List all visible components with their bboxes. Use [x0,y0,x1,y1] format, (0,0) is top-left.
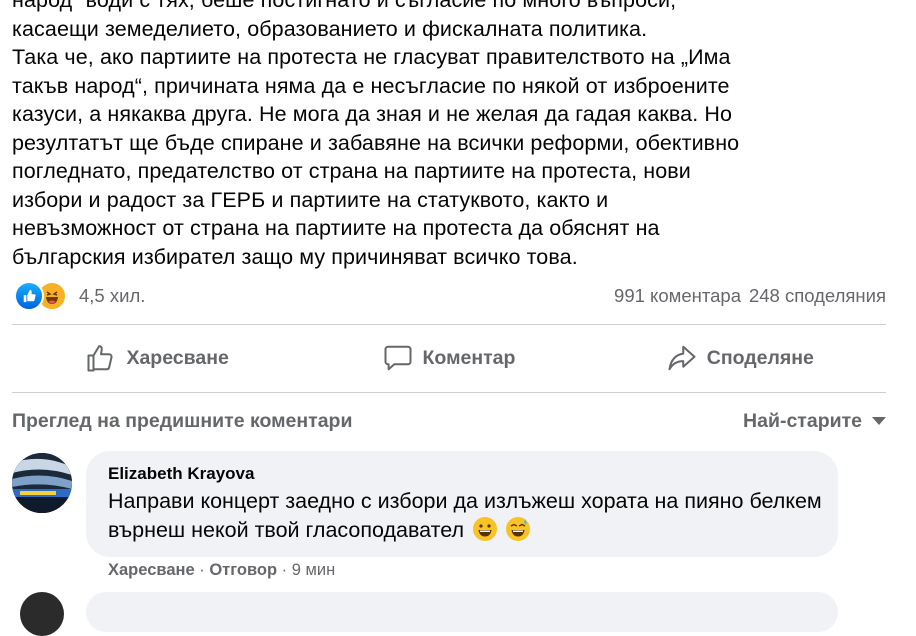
grinning-face-icon [473,517,498,541]
reactions-bar: 4,5 хил. 991 коментара 248 споделяния [14,281,886,311]
view-previous-comments-link[interactable]: Преглед на предишните коментари [12,410,352,433]
avatar-image [12,453,72,513]
comments-header: Преглед на предишните коментари Най-стар… [12,405,886,437]
sort-label: Най-старите [743,409,862,432]
post-line: казуси, а някаква друга. Не мога да зная… [12,102,733,126]
like-icon [14,281,44,311]
comment-meta: Харесване · Отговор · 9 мин [108,561,335,580]
post-line: българския избирател защо му причиняват … [12,244,578,269]
comment-like-link[interactable]: Харесване [108,561,195,579]
next-comment-bubble [86,592,838,632]
comment-text: Направи концерт заедно с избори да излъж… [108,487,828,545]
like-label: Харесване [126,346,229,369]
thumbs-up-icon [87,345,114,372]
caret-down-icon [872,417,886,425]
post-line: Така че, ако партиите на протеста не гла… [12,45,731,69]
post-line: погледнато, предателство от страна на па… [12,159,691,183]
post-line: невъзможност от страна на партиите на пр… [12,216,660,240]
share-arrow-icon [668,345,696,371]
reaction-count[interactable]: 4,5 хил. [79,285,145,307]
divider [12,324,886,325]
sort-dropdown[interactable]: Най-старите [743,410,886,433]
post-line: такъв народ“, причината няма да е несъгл… [12,73,730,98]
post-actions: Харесване Коментар Споделяне [12,333,886,383]
share-count[interactable]: 248 споделяния [749,285,886,307]
divider [12,392,886,393]
comment-count[interactable]: 991 коментара [614,285,741,307]
comment-text-body: Направи концерт заедно с избори да излъж… [108,489,822,542]
avatar[interactable] [12,453,72,513]
comment-reply-link[interactable]: Отговор [209,561,277,579]
comment-time[interactable]: 9 мин [292,561,335,579]
post-body: народ“ води с тях, беше постигнато и съг… [12,0,904,271]
comment-button[interactable]: Коментар [303,333,594,383]
post-line: касаещи земеделието, образованието и фис… [12,16,648,41]
comment-label: Коментар [422,346,516,369]
comment-author[interactable]: Elizabeth Krayova [108,464,254,484]
like-button[interactable]: Харесване [12,333,303,383]
post-line: избори и радост за ГЕРБ и партиите на ст… [12,187,609,212]
grinning-sweat-icon [506,517,531,541]
reaction-icons[interactable] [14,281,67,311]
post-line: народ“ води с тях, беше постигнато и съг… [12,0,677,12]
share-label: Споделяне [706,346,814,369]
comment-bubble: Elizabeth Krayova Направи концерт заедно… [86,451,838,557]
share-button[interactable]: Споделяне [595,333,886,383]
post-line: резултатът ще бъде спиране и забавяне на… [12,130,740,155]
separator-dot: · [281,561,292,579]
comment-icon [384,345,412,371]
separator-dot: · [199,561,210,579]
